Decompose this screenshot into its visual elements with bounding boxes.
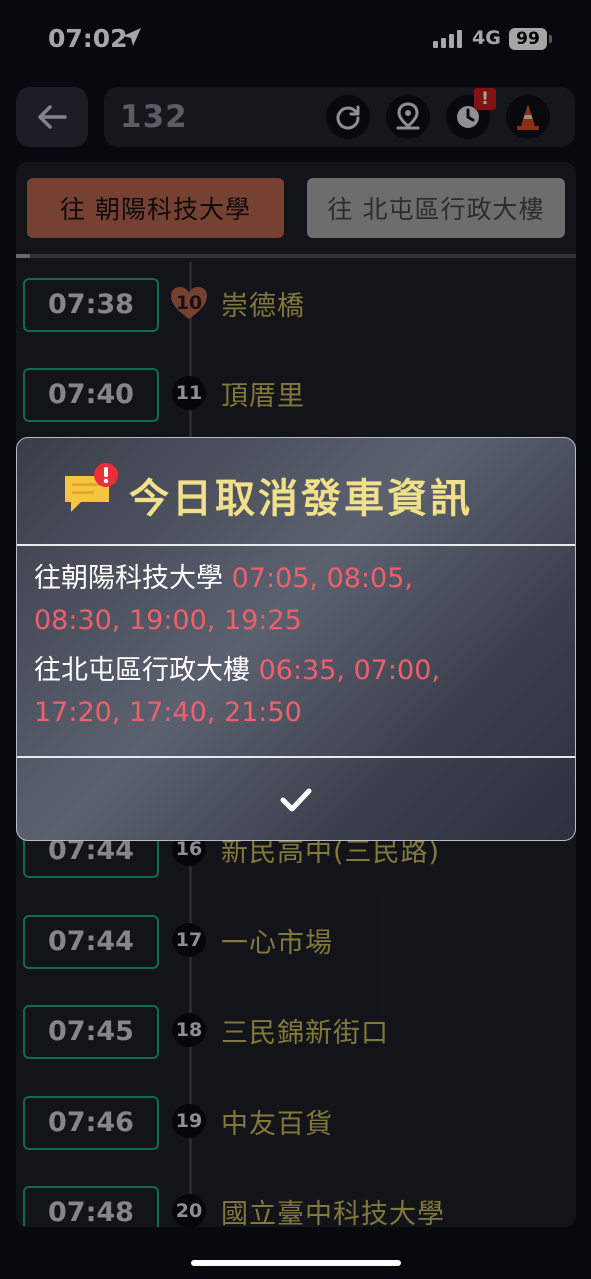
message-alert-icon (65, 463, 118, 512)
cancelled-times: 08:30, 19:00, 19:25 (34, 605, 302, 636)
dialog-header: 今日取消發車資訊 (17, 438, 575, 546)
home-indicator[interactable] (191, 1260, 401, 1266)
cancellation-destination: 往朝陽科技大學 (34, 563, 223, 594)
cancelled-times: 06:35, 07:00, (258, 655, 440, 686)
cancelled-times: 17:20, 17:40, 21:50 (34, 697, 302, 728)
dialog-title: 今日取消發車資訊 (129, 476, 473, 522)
confirm-button[interactable] (17, 756, 575, 840)
cancelled-times: 07:05, 08:05, (231, 563, 413, 594)
cancellation-line: 往朝陽科技大學 07:05, 08:05, 08:30, 19:00, 19:2… (34, 558, 559, 642)
cancellation-line: 往北屯區行政大樓 06:35, 07:00, 17:20, 17:40, 21:… (34, 650, 559, 734)
cancellation-destination: 往北屯區行政大樓 (34, 655, 250, 686)
cancellation-dialog: 今日取消發車資訊 往朝陽科技大學 07:05, 08:05, 08:30, 19… (16, 437, 576, 841)
dialog-body: 往朝陽科技大學 07:05, 08:05, 08:30, 19:00, 19:2… (17, 546, 575, 756)
checkmark-icon (280, 788, 312, 812)
